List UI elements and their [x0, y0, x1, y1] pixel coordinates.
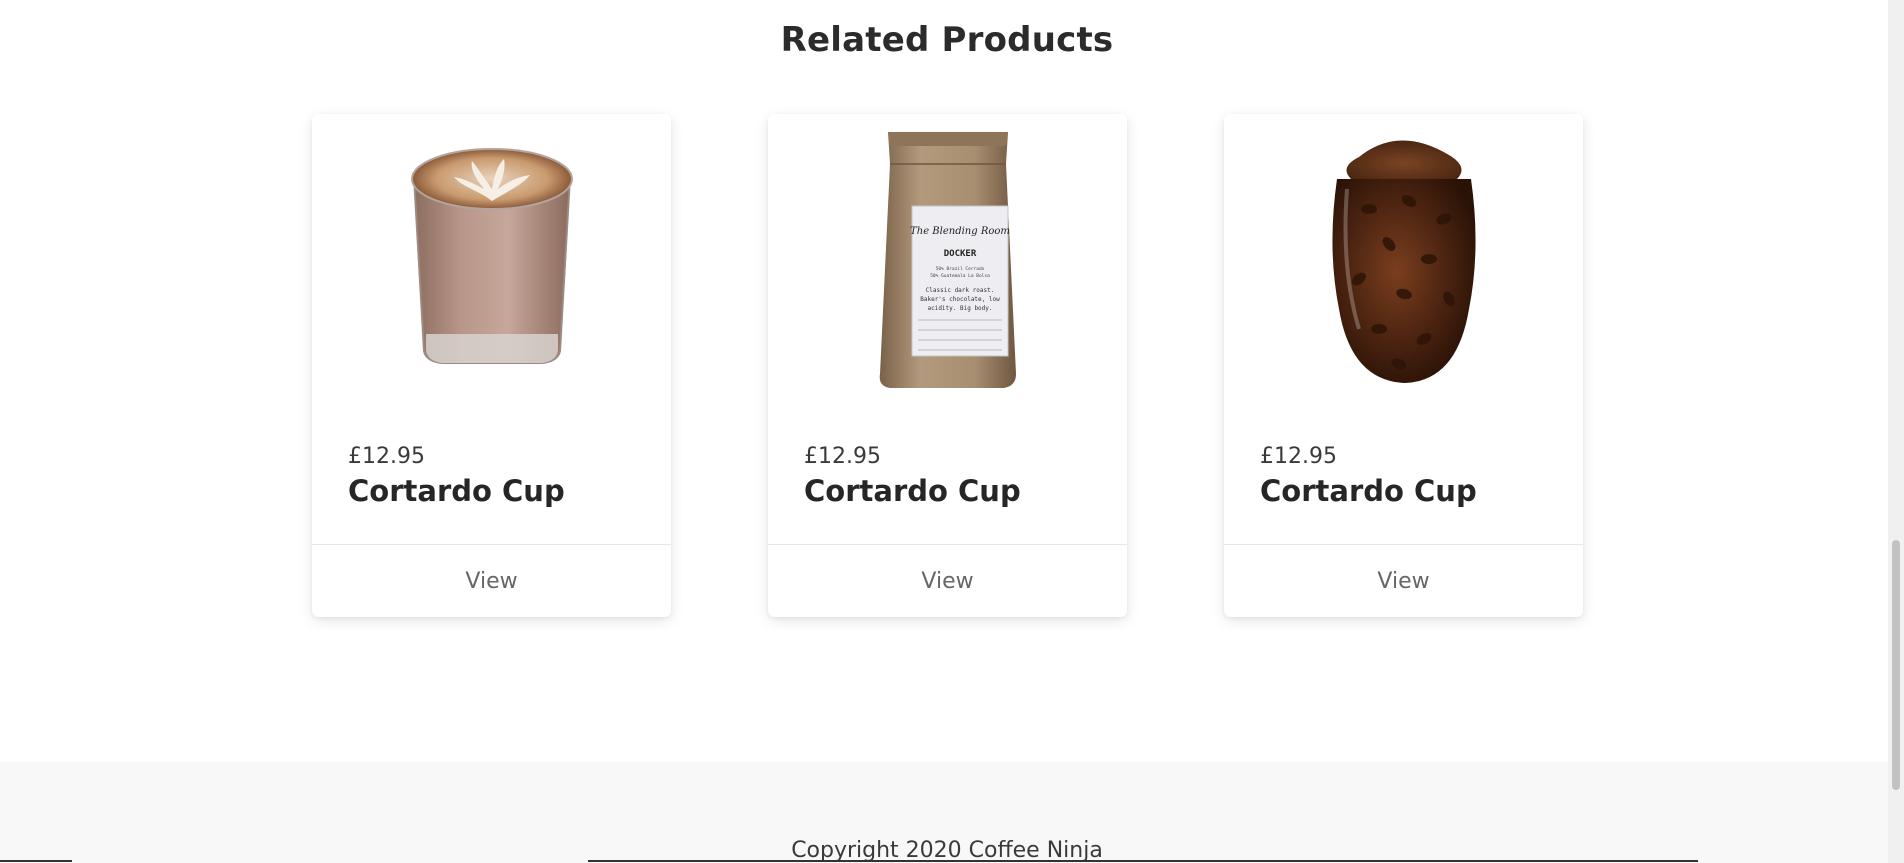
- product-name[interactable]: Cortardo Cup: [804, 474, 1021, 508]
- bottom-divider-left: [0, 860, 72, 862]
- view-button[interactable]: View: [312, 544, 671, 617]
- view-button-label[interactable]: View: [465, 569, 517, 594]
- bag-label-notes1: Classic dark roast.: [925, 287, 994, 294]
- related-products-heading: Related Products: [780, 20, 1114, 60]
- product-card: £12.95 Cortardo Cup View: [312, 114, 671, 617]
- site-footer: Copyright 2020 Coffee Ninja: [0, 762, 1888, 863]
- page: Related Products £12.95 Cortardo Cup Vie…: [0, 0, 1904, 863]
- view-button[interactable]: View: [768, 544, 1127, 617]
- latte-glass-icon: [410, 148, 573, 364]
- product-price: £12.95: [804, 444, 881, 469]
- view-button-label[interactable]: View: [921, 569, 973, 594]
- product-name[interactable]: Cortardo Cup: [1260, 474, 1477, 508]
- view-button[interactable]: View: [1224, 544, 1583, 617]
- bottom-divider-right: [588, 860, 1698, 862]
- related-products-grid: £12.95 Cortardo Cup View The Blending Ro…: [312, 114, 1584, 617]
- bag-label-notes2: Baker's chocolate, low: [920, 296, 1000, 303]
- latte-glass-image[interactable]: [312, 114, 671, 404]
- coffee-beans-glass-icon: [1331, 140, 1476, 383]
- main-content: Related Products £12.95 Cortardo Cup Vie…: [0, 0, 1888, 762]
- coffee-bag-image[interactable]: The Blending Room DOCKER 50% Brazil Cerr…: [768, 114, 1127, 404]
- vertical-scrollbar[interactable]: [1888, 0, 1904, 863]
- product-price: £12.95: [1260, 444, 1337, 469]
- product-name[interactable]: Cortardo Cup: [348, 474, 565, 508]
- bag-label-notes3: acidity. Big body.: [927, 305, 992, 312]
- bag-label-title: DOCKER: [943, 249, 976, 259]
- product-card: The Blending Room DOCKER 50% Brazil Cerr…: [768, 114, 1127, 617]
- bag-label-line1: 50% Brazil Cerrado: [935, 266, 984, 272]
- coffee-beans-glass-image[interactable]: [1224, 114, 1583, 404]
- view-button-label[interactable]: View: [1377, 569, 1429, 594]
- bag-label-brand: The Blending Room: [910, 226, 1010, 237]
- scrollbar-thumb[interactable]: [1892, 540, 1900, 790]
- coffee-bag-icon: The Blending Room DOCKER 50% Brazil Cerr…: [879, 132, 1016, 388]
- product-card: £12.95 Cortardo Cup View: [1224, 114, 1583, 617]
- bag-label-line2: 50% Guatemala La Bolsa: [930, 273, 990, 279]
- product-price: £12.95: [348, 444, 425, 469]
